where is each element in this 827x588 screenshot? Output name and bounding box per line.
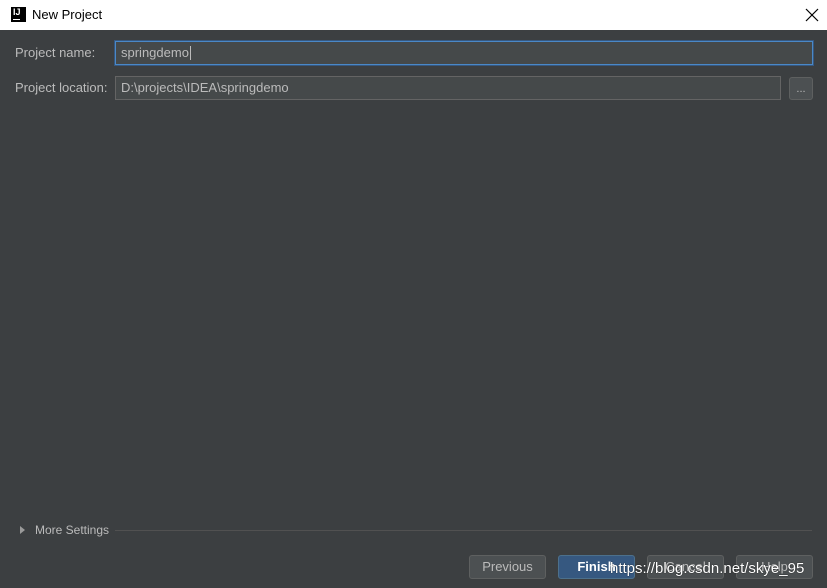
app-icon-text: IJ (13, 7, 21, 17)
browse-location-button[interactable]: ... (789, 77, 813, 100)
project-location-input[interactable]: D:\projects\IDEA\springdemo (115, 76, 781, 100)
previous-button[interactable]: Previous (469, 555, 546, 579)
window-title: New Project (32, 7, 103, 22)
new-project-dialog: IJ New Project Project name: springdemo … (0, 0, 827, 588)
text-caret (189, 46, 191, 60)
close-icon (805, 8, 819, 22)
project-name-label: Project name: (15, 45, 96, 60)
intellij-idea-icon: IJ (11, 7, 26, 22)
more-settings-separator (115, 530, 812, 531)
expand-triangle-icon (20, 526, 25, 534)
project-name-input[interactable]: springdemo (115, 41, 813, 65)
more-settings-label: More Settings (35, 523, 110, 537)
more-settings-toggle[interactable]: More Settings (20, 522, 109, 538)
title-bar: IJ New Project (0, 0, 827, 30)
close-button[interactable] (797, 0, 827, 30)
project-name-value: springdemo (121, 45, 189, 60)
project-location-value: D:\projects\IDEA\springdemo (121, 80, 289, 95)
project-location-label: Project location: (15, 80, 108, 95)
watermark-text: https://blog.csdn.net/skye_95 (610, 560, 805, 577)
app-icon-underline (13, 19, 20, 20)
